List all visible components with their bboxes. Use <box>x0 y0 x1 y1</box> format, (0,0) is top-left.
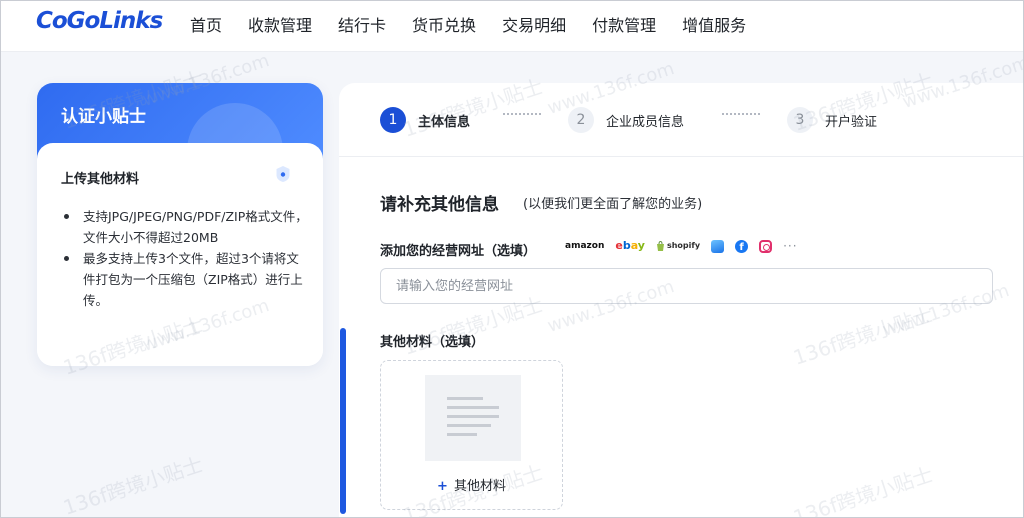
watermark: 136f跨境小贴士 <box>60 452 206 518</box>
upload-button-label: + 其他材料 <box>381 475 562 494</box>
step-connector-2 <box>722 113 760 115</box>
nav-item-value-added-services[interactable]: 增值服务 <box>682 12 746 36</box>
form-section-title: 请补充其他信息 <box>380 195 499 215</box>
ebay-letter-y: y <box>637 239 645 252</box>
nav-item-settlement-card[interactable]: 结行卡 <box>338 12 386 36</box>
website-field-label: 添加您的经营网址（选填） <box>380 244 537 259</box>
facebook-icon: f <box>735 239 749 253</box>
ebay-letter-a: a <box>630 239 638 252</box>
step-1-label: 主体信息 <box>418 114 471 130</box>
tips-card-body: 上传其他材料 支持JPG/JPEG/PNG/PDF/ZIP格式文件， 文件大小不… <box>37 143 323 366</box>
materials-field-label: 其他材料（选填） <box>380 335 485 350</box>
document-placeholder-icon <box>425 375 521 461</box>
top-navigation-bar: CoGoLinks 首页 收款管理 结行卡 货币兑换 交易明细 付款管理 增值服… <box>0 0 1024 52</box>
tips-list: 支持JPG/JPEG/PNG/PDF/ZIP格式文件， 文件大小不得超过20MB… <box>61 206 311 311</box>
step-member-info[interactable]: 2 企业成员信息 <box>568 107 684 133</box>
certification-tips-card: 认证小贴士 上传其他材料 支持JPG/JPEG/PNG/PDF/ZIP格式文件，… <box>37 83 323 366</box>
website-url-input[interactable] <box>380 268 993 304</box>
amazon-icon: amazon <box>565 241 605 251</box>
nav-item-currency-exchange[interactable]: 货币兑换 <box>412 12 476 36</box>
shopify-bag-icon <box>656 241 664 251</box>
nav-item-transaction-details[interactable]: 交易明细 <box>502 12 566 36</box>
step-2-number: 2 <box>568 107 594 133</box>
doc-line <box>447 433 477 436</box>
other-materials-upload[interactable]: + 其他材料 <box>380 360 563 510</box>
tip-item-file-count: 最多支持上传3个文件，超过3个请将文件打包为一个压缩包（ZIP格式）进行上传。 <box>61 248 311 311</box>
step-2-label: 企业成员信息 <box>606 114 685 130</box>
step-account-verification[interactable]: 3 开户验证 <box>787 107 877 133</box>
shopify-icon: shopify <box>656 239 700 253</box>
plus-icon: + <box>437 479 448 494</box>
scrollbar-thumb[interactable] <box>340 328 346 514</box>
step-3-number: 3 <box>787 107 813 133</box>
progress-steps: 1 主体信息 2 企业成员信息 3 开户验证 <box>339 83 1024 157</box>
doc-line <box>447 424 491 427</box>
tips-card-title: 认证小贴士 <box>61 107 146 127</box>
instagram-icon <box>759 239 773 253</box>
step-3-label: 开户验证 <box>825 114 878 130</box>
app-store-icon <box>711 239 725 253</box>
ebay-letter-e: e <box>615 239 623 252</box>
more-platforms-icon[interactable]: ··· <box>783 239 797 253</box>
ebay-letter-b: b <box>622 239 631 252</box>
step-entity-info[interactable]: 1 主体信息 <box>380 107 470 133</box>
shopify-label: shopify <box>666 241 701 250</box>
step-connector-1 <box>503 113 541 115</box>
nav-item-payment-management[interactable]: 付款管理 <box>592 12 656 36</box>
step-1-number: 1 <box>380 107 406 133</box>
tip-item-file-format: 支持JPG/JPEG/PNG/PDF/ZIP格式文件， 文件大小不得超过20MB <box>61 206 311 248</box>
main-form-panel: 1 主体信息 2 企业成员信息 3 开户验证 请补充其他信息 (以便我们更全面了… <box>339 83 1024 518</box>
doc-line <box>447 415 499 418</box>
tips-card-subtitle: 上传其他材料 <box>61 172 140 187</box>
cogolinks-logo[interactable]: CoGoLinks <box>36 8 163 34</box>
upload-label-text: 其他材料 <box>453 479 506 494</box>
doc-line <box>447 397 483 400</box>
shield-icon <box>276 166 290 182</box>
main-nav: 首页 收款管理 结行卡 货币兑换 交易明细 付款管理 增值服务 <box>190 12 772 36</box>
nav-item-home[interactable]: 首页 <box>190 12 222 36</box>
platform-icons: amazon ebay shopify f ··· <box>565 239 798 253</box>
form-section-note: (以便我们更全面了解您的业务) <box>523 197 703 212</box>
doc-line <box>447 406 499 409</box>
ebay-icon: ebay <box>615 239 645 253</box>
nav-item-collection-management[interactable]: 收款管理 <box>248 12 312 36</box>
